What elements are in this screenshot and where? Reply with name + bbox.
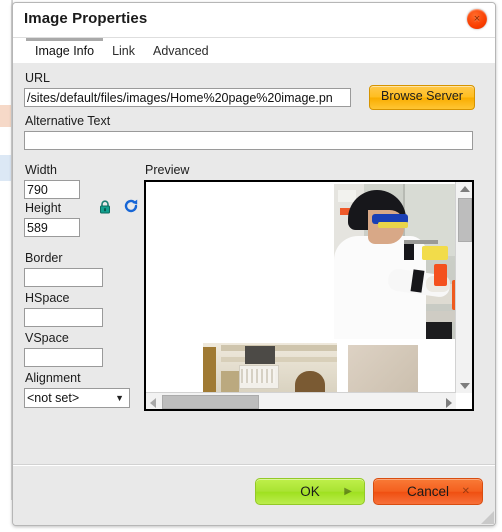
url-label: URL: [25, 71, 51, 85]
scroll-right-arrow-icon[interactable]: [446, 398, 452, 408]
close-x-icon: ✕: [461, 486, 470, 497]
vertical-scroll-thumb[interactable]: [458, 198, 472, 242]
dialog-footer: OK ▶ Cancel ✕: [13, 464, 495, 525]
ok-button-label: OK: [300, 484, 320, 499]
height-label: Height: [25, 201, 62, 215]
play-arrow-icon: ▶: [344, 486, 352, 497]
preview-horizontal-scrollbar[interactable]: [146, 392, 456, 409]
alignment-label: Alignment: [25, 371, 81, 385]
tab-link[interactable]: Link: [103, 39, 144, 63]
preview-vertical-scrollbar[interactable]: [455, 182, 472, 393]
scroll-down-arrow-icon[interactable]: [460, 383, 470, 389]
browse-server-button[interactable]: Browse Server: [369, 85, 475, 110]
border-label: Border: [25, 251, 63, 265]
preview-photo-lab-technician: [334, 184, 456, 339]
preview-panel: [144, 180, 474, 411]
cancel-button[interactable]: Cancel ✕: [373, 478, 483, 505]
ok-button[interactable]: OK ▶: [255, 478, 365, 505]
alignment-selected-value: <not set>: [27, 391, 80, 405]
dialog-tabs: Image Info Link Advanced: [13, 38, 495, 62]
url-input[interactable]: [24, 88, 351, 107]
preview-photo-wall: [348, 345, 418, 393]
tab-image-info[interactable]: Image Info: [26, 38, 104, 62]
preview-image-canvas[interactable]: [146, 182, 456, 393]
resize-grip-icon[interactable]: [481, 511, 494, 524]
border-input[interactable]: [24, 268, 103, 287]
image-properties-dialog: Image Properties × Image Info Link Advance…: [12, 2, 496, 526]
scrollbar-corner: [456, 393, 472, 409]
hspace-input[interactable]: [24, 308, 103, 327]
alignment-select[interactable]: <not set> ▼: [24, 388, 130, 408]
width-label: Width: [25, 163, 57, 177]
dialog-titlebar: Image Properties ×: [13, 3, 495, 38]
lock-icon[interactable]: [97, 199, 113, 215]
dialog-title: Image Properties: [24, 10, 148, 27]
width-input[interactable]: [24, 180, 80, 199]
tab-advanced[interactable]: Advanced: [144, 39, 218, 63]
scroll-up-arrow-icon[interactable]: [460, 186, 470, 192]
vspace-input[interactable]: [24, 348, 103, 367]
preview-label: Preview: [145, 163, 190, 177]
alt-text-label: Alternative Text: [25, 114, 111, 128]
alt-text-input[interactable]: [24, 131, 473, 150]
refresh-icon[interactable]: [123, 198, 139, 214]
close-icon-glyph: ×: [473, 12, 481, 25]
preview-photo-lab-interior: [203, 343, 337, 393]
hspace-label: HSpace: [25, 291, 70, 305]
cancel-button-label: Cancel: [406, 484, 450, 499]
close-circle-icon[interactable]: ×: [467, 9, 487, 29]
horizontal-scroll-thumb[interactable]: [162, 395, 259, 409]
dialog-body: URL Browse Server Alternative Text Width…: [13, 62, 495, 465]
height-input[interactable]: [24, 218, 80, 237]
vspace-label: VSpace: [25, 331, 69, 345]
chevron-down-icon: ▼: [115, 393, 124, 403]
scroll-left-arrow-icon[interactable]: [150, 398, 156, 408]
